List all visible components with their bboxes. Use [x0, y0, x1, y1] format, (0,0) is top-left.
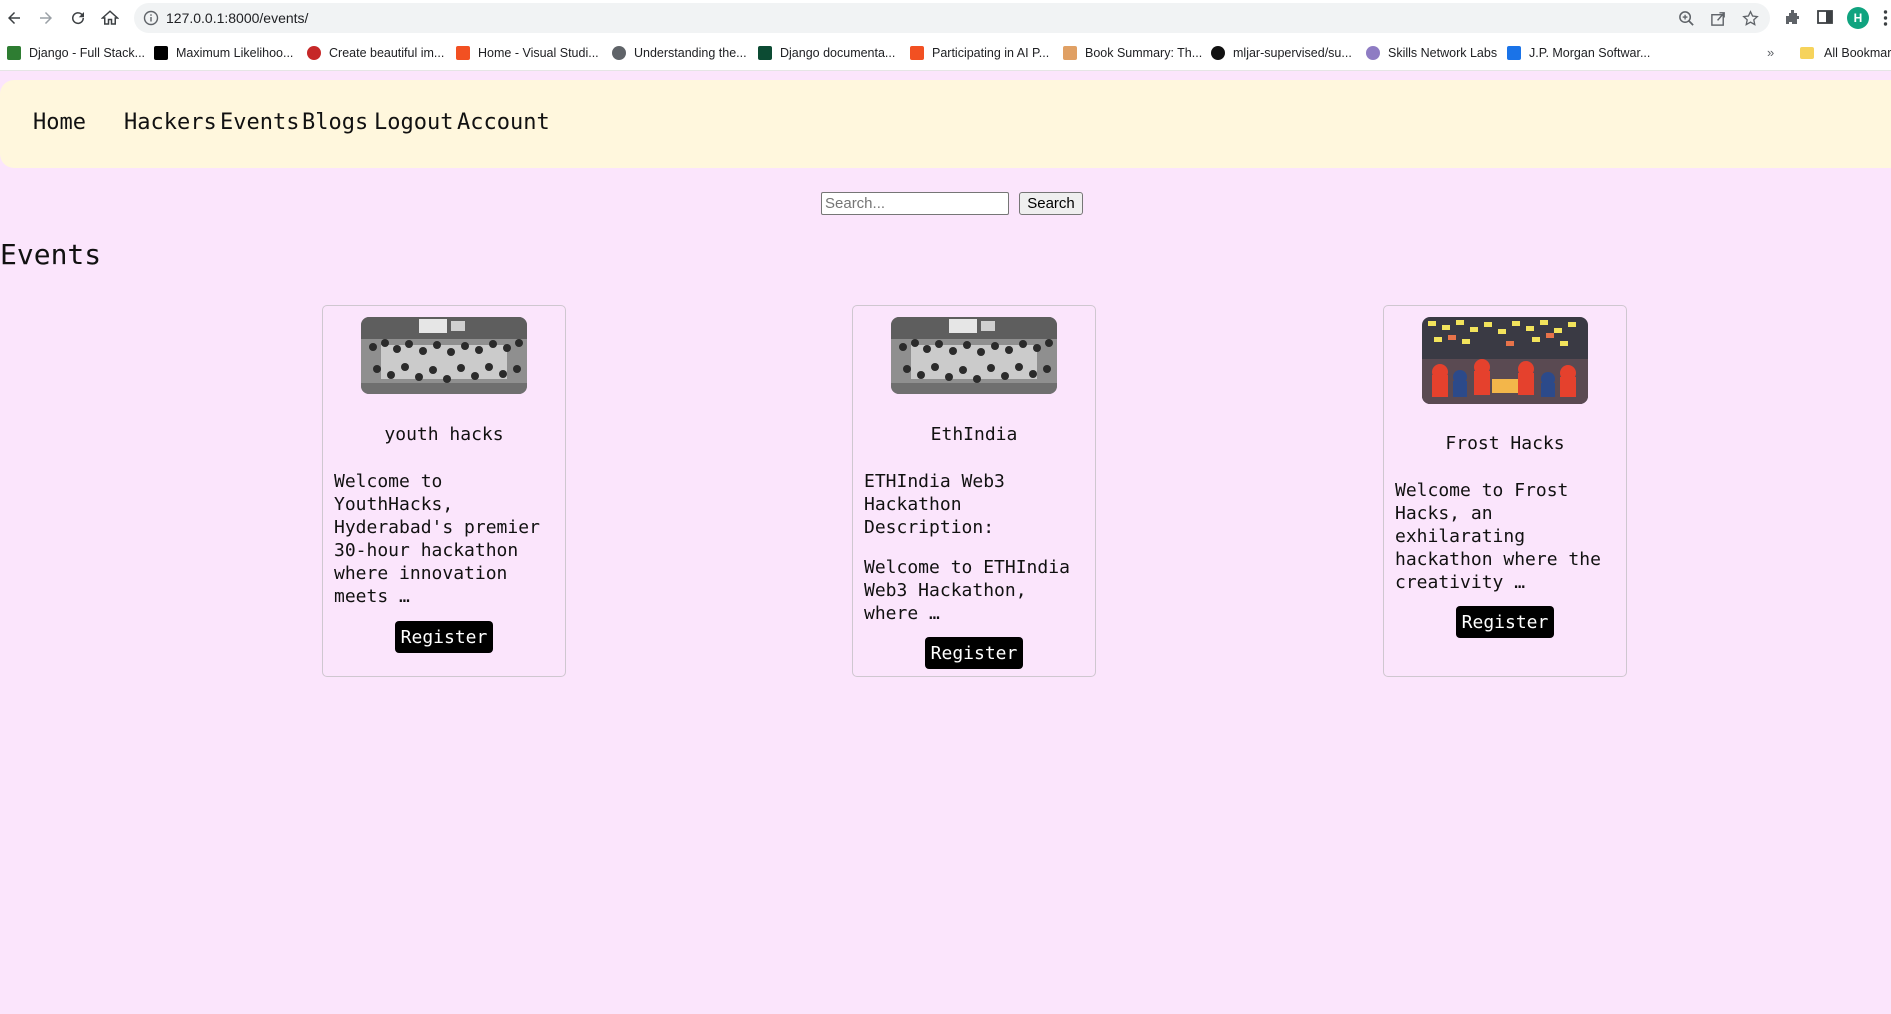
home-button[interactable]	[98, 6, 122, 30]
page-title: Events	[0, 238, 102, 271]
url-text: 127.0.0.1:8000/events/	[166, 10, 309, 26]
event-title: Frost Hacks	[1445, 433, 1565, 454]
event-description: Welcome to YouthHacks, Hyderabad's premi…	[334, 470, 559, 608]
django-icon	[758, 46, 772, 60]
bookmarks-overflow-button[interactable]: »	[1767, 45, 1774, 60]
microsoft-icon	[910, 46, 924, 60]
medium-icon	[154, 46, 168, 60]
globe-icon	[612, 46, 626, 60]
site-navbar: Home Hackers Events Blogs Logout Account	[0, 80, 1891, 168]
folder-icon	[1800, 47, 1814, 59]
bookmark-label: J.P. Morgan Softwar...	[1529, 46, 1651, 60]
nav-account-link[interactable]: Account	[457, 110, 550, 135]
bookmark-label: Participating in AI P...	[932, 46, 1050, 60]
sticky-notes-team-photo	[1422, 317, 1588, 404]
search-button[interactable]: Search	[1019, 192, 1083, 215]
all-bookmarks-button[interactable]: All Bookmarks	[1800, 44, 1891, 62]
search-input[interactable]	[821, 192, 1009, 215]
event-image	[361, 317, 527, 394]
nav-blogs-link[interactable]: Blogs	[302, 110, 368, 135]
bookmark-label: Understanding the...	[634, 46, 747, 60]
bookmark-item[interactable]: Create beautiful im...	[307, 44, 444, 62]
event-card-ethindia: EthIndia ETHIndia Web3 Hackathon Descrip…	[852, 305, 1096, 677]
side-panel-icon[interactable]	[1816, 8, 1834, 26]
bookmark-label: Home - Visual Studi...	[478, 46, 599, 60]
github-icon	[1211, 46, 1225, 60]
sheet-icon	[7, 46, 21, 60]
bookmark-label: Book Summary: Th...	[1085, 46, 1203, 60]
more-vert-icon[interactable]	[1880, 8, 1891, 28]
extensions-icon[interactable]	[1784, 8, 1802, 26]
event-description-text: ETHIndia Web3 Hackathon Description:	[864, 471, 1005, 538]
event-card-frost-hacks: Frost Hacks Welcome to Frost Hacks, an e…	[1383, 305, 1627, 677]
bookmark-item[interactable]: mljar-supervised/su...	[1211, 44, 1352, 62]
bookmark-label: mljar-supervised/su...	[1233, 46, 1352, 60]
event-description: Welcome to Frost Hacks, an exhilarating …	[1395, 479, 1620, 594]
event-description: ETHIndia Web3 Hackathon Description: Wel…	[864, 470, 1089, 625]
bookmarks-bar: » All Bookmarks Django - Full Stack... Ma…	[0, 40, 1891, 65]
event-image	[1422, 317, 1588, 404]
register-button[interactable]: Register	[1456, 606, 1554, 638]
chrome-divider	[0, 70, 1891, 71]
event-description-text: Welcome to ETHIndia Web3 Hackathon, wher…	[864, 557, 1070, 624]
bookmark-item[interactable]: Skills Network Labs	[1366, 44, 1497, 62]
browser-toolbar: 127.0.0.1:8000/events/ H	[0, 0, 1891, 36]
home-icon	[101, 10, 119, 25]
zoom-icon[interactable]	[1678, 10, 1695, 27]
arrow-left-icon	[8, 12, 20, 24]
event-image	[891, 317, 1057, 394]
reload-button[interactable]	[66, 6, 90, 30]
site-info-icon[interactable]	[143, 10, 159, 26]
hackathon-hall-photo	[891, 317, 1057, 394]
share-icon[interactable]	[1710, 10, 1727, 27]
browser-chrome: 127.0.0.1:8000/events/ H » All Bookmarks…	[0, 0, 1891, 70]
event-title: EthIndia	[930, 424, 1018, 445]
bookmark-label: Django documenta...	[780, 46, 896, 60]
circle-record-icon	[307, 46, 321, 60]
event-title: youth hacks	[384, 424, 504, 445]
event-description-text: Welcome to Frost Hacks, an exhilarating …	[1395, 480, 1601, 593]
bookmark-item[interactable]: Maximum Likelihoo...	[154, 44, 293, 62]
person-icon	[1063, 46, 1077, 60]
microsoft-icon	[456, 46, 470, 60]
bookmark-label: Maximum Likelihoo...	[176, 46, 294, 60]
arrow-right-icon	[40, 12, 52, 24]
all-bookmarks-label: All Bookmarks	[1824, 46, 1891, 60]
bookmark-label: Django - Full Stack...	[29, 46, 146, 60]
profile-avatar[interactable]: H	[1847, 7, 1869, 29]
bookmark-label: Create beautiful im...	[329, 46, 445, 60]
forward-button[interactable]	[34, 6, 58, 30]
nav-logout-link[interactable]: Logout	[374, 110, 453, 135]
network-icon	[1366, 46, 1380, 60]
back-button[interactable]	[2, 6, 26, 30]
bookmark-item[interactable]: Understanding the...	[612, 44, 747, 62]
bookmark-item[interactable]: Participating in AI P...	[910, 44, 1049, 62]
bookmark-item[interactable]: Book Summary: Th...	[1063, 44, 1202, 62]
bookmark-item[interactable]: Django - Full Stack...	[7, 44, 145, 62]
event-card-youth-hacks: youth hacks Welcome to YouthHacks, Hyder…	[322, 305, 566, 677]
nav-home-link[interactable]: Home	[33, 110, 86, 135]
nav-hackers-link[interactable]: Hackers	[124, 110, 217, 135]
bookmark-item[interactable]: Home - Visual Studi...	[456, 44, 599, 62]
reload-icon	[72, 12, 85, 25]
register-button[interactable]: Register	[925, 637, 1023, 669]
bookmark-item[interactable]: J.P. Morgan Softwar...	[1507, 44, 1650, 62]
bookmark-label: Skills Network Labs	[1388, 46, 1498, 60]
forage-icon	[1507, 46, 1521, 60]
bookmark-item[interactable]: Django documenta...	[758, 44, 895, 62]
nav-events-link[interactable]: Events	[220, 110, 299, 135]
register-button[interactable]: Register	[395, 621, 493, 653]
bookmark-star-icon[interactable]	[1742, 10, 1759, 27]
hackathon-hall-photo	[361, 317, 527, 394]
address-bar[interactable]: 127.0.0.1:8000/events/	[134, 3, 1770, 33]
event-description-text: Welcome to YouthHacks, Hyderabad's premi…	[334, 471, 540, 607]
